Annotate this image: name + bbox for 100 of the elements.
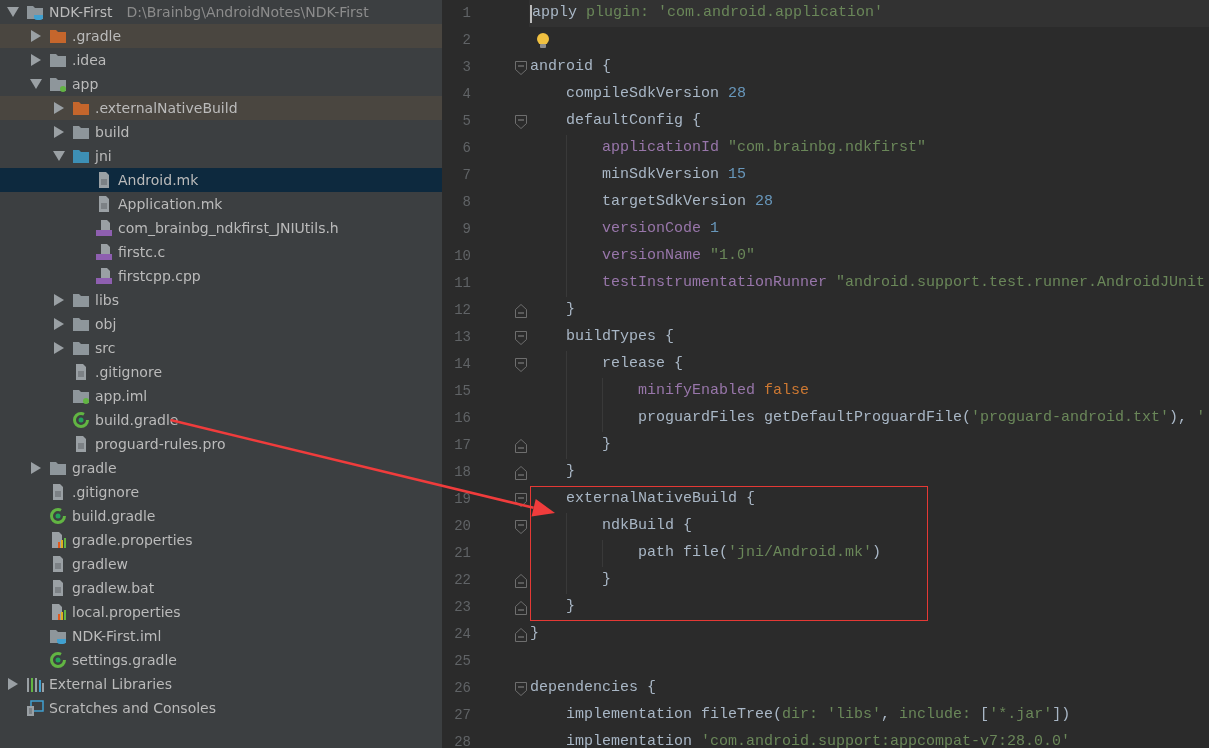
fold-icon[interactable] <box>515 600 527 615</box>
tree-row[interactable]: Android.mk <box>0 168 442 192</box>
tree-item-label[interactable]: Scratches and Consoles <box>49 697 216 719</box>
line-number: 6 <box>461 139 471 158</box>
tree-item-label[interactable]: settings.gradle <box>72 649 177 671</box>
tree-item-label[interactable]: obj <box>95 313 117 335</box>
tree-item-label[interactable]: com_brainbg_ndkfirst_JNIUtils.h <box>118 217 339 239</box>
code-line: buildTypes { <box>566 327 675 348</box>
lightbulb-icon[interactable] <box>536 31 550 50</box>
fold-icon[interactable] <box>515 60 527 75</box>
caret-icon[interactable] <box>30 30 42 42</box>
tree-item-label[interactable]: libs <box>95 289 119 311</box>
code-line: } <box>602 435 611 456</box>
line-number: 28 <box>453 733 471 748</box>
fold-icon[interactable] <box>515 627 527 642</box>
fold-icon[interactable] <box>515 465 527 480</box>
caret-icon[interactable] <box>30 54 42 66</box>
caret-icon[interactable] <box>53 294 65 306</box>
tree-item-label[interactable]: Android.mk <box>118 169 199 191</box>
tree-item-label[interactable]: .gradle <box>72 25 122 47</box>
file-icon <box>95 219 113 237</box>
tree-item-label[interactable]: src <box>95 337 116 359</box>
fold-icon[interactable] <box>515 438 527 453</box>
project-path: D:\Brainbg\AndroidNotes\NDK-First <box>126 2 369 22</box>
tree-item-label[interactable]: jni <box>95 145 112 167</box>
fold-icon[interactable] <box>515 573 527 588</box>
library-icon <box>26 675 44 693</box>
console-icon <box>26 699 44 717</box>
line-number: 3 <box>461 58 471 77</box>
tree-item-label[interactable]: firstcpp.cpp <box>118 265 201 287</box>
tree-item-label[interactable]: .externalNativeBuild <box>95 97 238 119</box>
caret-icon[interactable] <box>53 126 65 138</box>
tree-item-label[interactable]: Application.mk <box>118 193 223 215</box>
code-line: versionName "1.0" <box>602 246 756 267</box>
fold-icon[interactable] <box>515 681 527 696</box>
tree-item-label[interactable]: External Libraries <box>49 673 172 695</box>
tree-item-label[interactable]: local.properties <box>72 601 181 623</box>
tree-row[interactable]: .gradle <box>0 24 442 48</box>
caret-icon[interactable] <box>7 6 19 18</box>
line-number: 8 <box>461 193 471 212</box>
fold-icon[interactable] <box>515 519 527 534</box>
fold-icon[interactable] <box>515 357 527 372</box>
caret-icon[interactable] <box>53 318 65 330</box>
line-number: 17 <box>453 436 471 455</box>
code-line: ndkBuild { <box>602 516 692 537</box>
fold-icon[interactable] <box>515 303 527 318</box>
line-number: 26 <box>453 679 471 698</box>
code-line: testInstrumentationRunner "android.support.test.runner.AndroidJUnit <box>602 273 1206 294</box>
line-number: 2 <box>461 31 471 50</box>
tree-item-label[interactable]: app <box>72 73 99 95</box>
caret-icon[interactable] <box>53 342 65 354</box>
code-line: implementation fileTree(dir: 'libs', include: ['*.jar']) <box>566 705 1071 726</box>
chart-file-icon <box>49 603 67 621</box>
folder-icon <box>72 99 90 117</box>
folder-icon <box>72 291 90 309</box>
code-line: minSdkVersion 15 <box>602 165 747 186</box>
caret-icon[interactable] <box>30 462 42 474</box>
line-number: 22 <box>453 571 471 590</box>
code-line: applicationId "com.brainbg.ndkfirst" <box>602 138 927 159</box>
tree-item-label[interactable]: gradlew <box>72 553 129 575</box>
caret-icon[interactable] <box>53 150 65 162</box>
folder-icon <box>26 3 44 21</box>
tree-item-label[interactable]: gradle.properties <box>72 529 193 551</box>
tree-row[interactable]: .externalNativeBuild <box>0 96 442 120</box>
caret-icon[interactable] <box>7 678 19 690</box>
tree-item-label[interactable]: .gitignore <box>95 361 162 383</box>
tree-item-label[interactable]: build <box>95 121 130 143</box>
tree-item-label[interactable]: NDK-First <box>49 1 113 23</box>
tree-item-label[interactable]: proguard-rules.pro <box>95 433 226 455</box>
line-number: 25 <box>453 652 471 671</box>
folder-icon <box>72 123 90 141</box>
code-line: dependencies { <box>530 678 657 699</box>
ring-icon <box>49 651 67 669</box>
folder-icon <box>49 627 67 645</box>
tree-item-label[interactable]: app.iml <box>95 385 148 407</box>
caret-icon[interactable] <box>53 102 65 114</box>
tree-item-label[interactable]: build.gradle <box>72 505 156 527</box>
code-line: compileSdkVersion 28 <box>566 84 747 105</box>
tree-item-label[interactable]: gradle <box>72 457 117 479</box>
line-number: 20 <box>453 517 471 536</box>
fold-icon[interactable] <box>515 492 527 507</box>
tree-item-label[interactable]: build.gradle <box>95 409 179 431</box>
tree-item-label[interactable]: .gitignore <box>72 481 139 503</box>
tree-item-label[interactable]: NDK-First.iml <box>72 625 162 647</box>
line-number: 23 <box>453 598 471 617</box>
tree-item-label[interactable]: .idea <box>72 49 107 71</box>
line-number: 5 <box>461 112 471 131</box>
folder-icon <box>72 387 90 405</box>
tree-item-label[interactable]: gradlew.bat <box>72 577 155 599</box>
fold-icon[interactable] <box>515 330 527 345</box>
ring-icon <box>49 507 67 525</box>
line-number: 13 <box>453 328 471 347</box>
code-line: defaultConfig { <box>566 111 702 132</box>
caret-icon[interactable] <box>30 78 42 90</box>
fold-icon[interactable] <box>515 114 527 129</box>
folder-icon <box>49 27 67 45</box>
tree-item-label[interactable]: firstc.c <box>118 241 166 263</box>
line-number: 27 <box>453 706 471 725</box>
line-number: 19 <box>453 490 471 509</box>
code-line: path file('jni/Android.mk') <box>638 543 882 564</box>
